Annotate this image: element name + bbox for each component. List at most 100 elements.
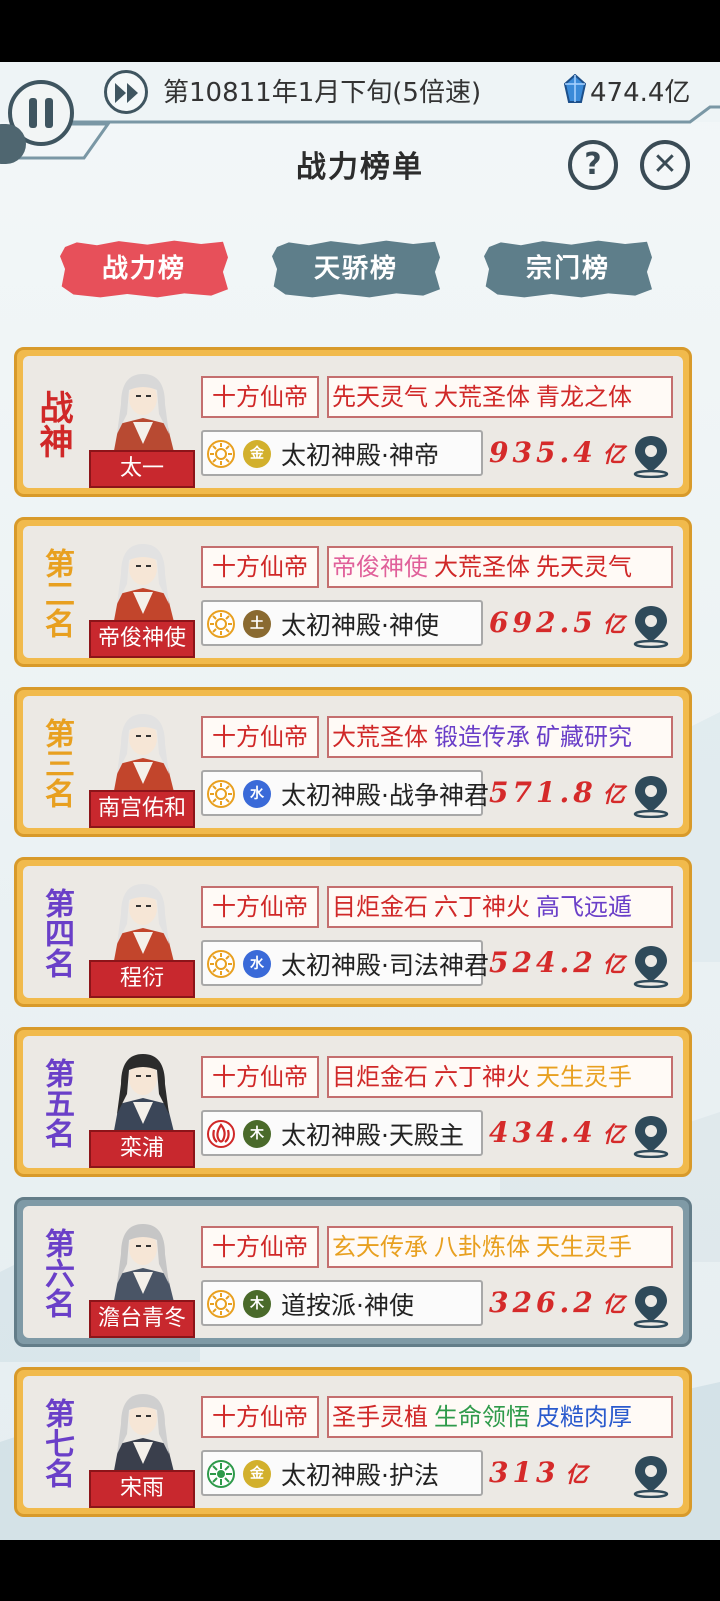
trait-tag: 矿藏研究: [536, 723, 632, 751]
rank-label: 战神: [33, 390, 73, 458]
combat-power: 326.2 亿: [489, 1286, 625, 1319]
map-pin-icon[interactable]: [631, 434, 671, 478]
rank-label: 第七名: [39, 1398, 74, 1488]
traits-list: 目炬金石 六丁神火 天生灵手: [327, 1056, 673, 1098]
sect-position: 太初神殿·神使: [281, 611, 439, 640]
character-name[interactable]: 澹台青冬: [89, 1300, 195, 1338]
traits-list: 圣手灵植 生命领悟 皮糙肉厚: [327, 1396, 673, 1438]
character-portrait: [113, 714, 175, 796]
power-value: 935.4: [489, 436, 597, 469]
power-value: 434.4: [489, 1116, 597, 1149]
sect-position: 太初神殿·护法: [281, 1461, 439, 1490]
help-button[interactable]: ?: [568, 140, 618, 190]
ranking-card[interactable]: 第四名 程衍 十方仙帝 目炬金石 六丁神火 高飞远遁水太初神殿·司法神君 524.2 亿: [14, 857, 692, 1007]
ranking-card[interactable]: 第三名 南宫佑和 十方仙帝 大荒圣体 锻造传承 矿藏研究水太初神殿·战争神君 571.8 亿: [14, 687, 692, 837]
traits-list: 玄天传承 八卦炼体 天生灵手: [327, 1226, 673, 1268]
ranking-card[interactable]: 第六名 澹台青冬 十方仙帝 玄天传承 八卦炼体 天生灵手木道按派·神使 326.2 亿: [14, 1197, 692, 1347]
sect-info: 金太初神殿·护法: [201, 1450, 483, 1496]
sun-emblem-icon: [207, 950, 235, 978]
rank-label: 第三名: [39, 718, 74, 808]
tab-sect-ranking[interactable]: 宗门榜: [484, 240, 652, 298]
power-unit: 亿: [602, 442, 625, 468]
trait-tag: 六丁神火: [434, 893, 530, 921]
trait-tag: 六丁神火: [434, 1063, 530, 1091]
traits-list: 帝俊神使 大荒圣体 先天灵气: [327, 546, 673, 588]
combat-power: 313 亿: [489, 1456, 587, 1489]
trait-tag: 圣手灵植: [332, 1403, 428, 1431]
map-pin-icon[interactable]: [631, 604, 671, 648]
leaf-emblem-icon: [207, 1460, 235, 1488]
character-name[interactable]: 程衍: [89, 960, 195, 998]
trait-tag: 玄天传承: [332, 1233, 428, 1261]
ranking-card[interactable]: 第七名 宋雨 十方仙帝 圣手灵植 生命领悟 皮糙肉厚金太初神殿·护法 313 亿: [14, 1367, 692, 1517]
traits-list: 目炬金石 六丁神火 高飞远遁: [327, 886, 673, 928]
trait-tag: 目炬金石: [332, 1063, 428, 1091]
rank-label: 第二名: [39, 548, 74, 638]
element-badge: 水: [243, 950, 271, 978]
map-pin-icon[interactable]: [631, 774, 671, 818]
sect-info: 金太初神殿·神帝: [201, 430, 483, 476]
sun-emblem-icon: [207, 610, 235, 638]
trait-tag: 生命领悟: [434, 1403, 530, 1431]
traits-list: 大荒圣体 锻造传承 矿藏研究: [327, 716, 673, 758]
power-unit: 亿: [565, 1462, 588, 1488]
power-value: 571.8: [489, 776, 597, 809]
trait-tag: 天生灵手: [536, 1063, 632, 1091]
combat-power: 524.2 亿: [489, 946, 625, 979]
character-portrait: [113, 544, 175, 626]
cultivation-realm: 十方仙帝: [201, 1226, 319, 1268]
system-nav-bar: [0, 1540, 720, 1601]
ranking-card[interactable]: 战神 太一 十方仙帝 先天灵气 大荒圣体 青龙之体金太初神殿·神帝 935.4 亿: [14, 347, 692, 497]
character-portrait: [113, 1224, 175, 1306]
sect-info: 水太初神殿·司法神君: [201, 940, 489, 986]
power-value: 313: [489, 1456, 560, 1489]
sect-info: 木道按派·神使: [201, 1280, 483, 1326]
character-portrait: [113, 1054, 175, 1136]
character-name[interactable]: 太一: [89, 450, 195, 488]
character-name[interactable]: 宋雨: [89, 1470, 195, 1508]
combat-power: 692.5 亿: [489, 606, 625, 639]
power-unit: 亿: [602, 782, 625, 808]
character-portrait: [113, 1394, 175, 1476]
power-unit: 亿: [602, 612, 625, 638]
close-button[interactable]: ✕: [640, 140, 690, 190]
trait-tag: 大荒圣体: [434, 553, 530, 581]
power-unit: 亿: [602, 1292, 625, 1318]
tab-power-ranking[interactable]: 战力榜: [60, 240, 228, 298]
tab-prodigy-ranking[interactable]: 天骄榜: [272, 240, 440, 298]
ranking-card[interactable]: 第二名 帝俊神使 十方仙帝 帝俊神使 大荒圣体 先天灵气土太初神殿·神使 692.5 亿: [14, 517, 692, 667]
flame-emblem-icon: [207, 1120, 235, 1148]
power-value: 326.2: [489, 1286, 597, 1319]
map-pin-icon[interactable]: [631, 944, 671, 988]
sect-info: 水太初神殿·战争神君: [201, 770, 489, 816]
sect-position: 太初神殿·战争神君: [281, 781, 489, 810]
sect-position: 太初神殿·神帝: [281, 441, 439, 470]
trait-tag: 先天灵气: [332, 383, 428, 411]
trait-tag: 天生灵手: [536, 1233, 632, 1261]
cultivation-realm: 十方仙帝: [201, 716, 319, 758]
trait-tag: 大荒圣体: [332, 723, 428, 751]
ranking-screen: 第10811年1月下旬(5倍速) 474.4亿 战力榜单 ? ✕ 战力榜 天骄榜…: [0, 62, 720, 1540]
sect-position: 太初神殿·天殿主: [281, 1121, 464, 1150]
power-unit: 亿: [602, 952, 625, 978]
sun-emblem-icon: [207, 780, 235, 808]
map-pin-icon[interactable]: [631, 1454, 671, 1498]
trait-tag: 八卦炼体: [434, 1233, 530, 1261]
rank-label: 第五名: [39, 1058, 74, 1148]
character-portrait: [113, 884, 175, 966]
power-value: 692.5: [489, 606, 597, 639]
combat-power: 571.8 亿: [489, 776, 625, 809]
ranking-card[interactable]: 第五名 栾浦 十方仙帝 目炬金石 六丁神火 天生灵手木太初神殿·天殿主 434.4 亿: [14, 1027, 692, 1177]
character-name[interactable]: 栾浦: [89, 1130, 195, 1168]
rank-label: 第四名: [39, 888, 74, 978]
map-pin-icon[interactable]: [631, 1114, 671, 1158]
map-pin-icon[interactable]: [631, 1284, 671, 1328]
trait-tag: 帝俊神使: [332, 553, 428, 581]
character-name[interactable]: 南宫佑和: [89, 790, 195, 828]
element-badge: 木: [243, 1120, 271, 1148]
traits-list: 先天灵气 大荒圣体 青龙之体: [327, 376, 673, 418]
trait-tag: 先天灵气: [536, 553, 632, 581]
character-name[interactable]: 帝俊神使: [89, 620, 195, 658]
sect-position: 太初神殿·司法神君: [281, 951, 489, 980]
power-value: 524.2: [489, 946, 597, 979]
